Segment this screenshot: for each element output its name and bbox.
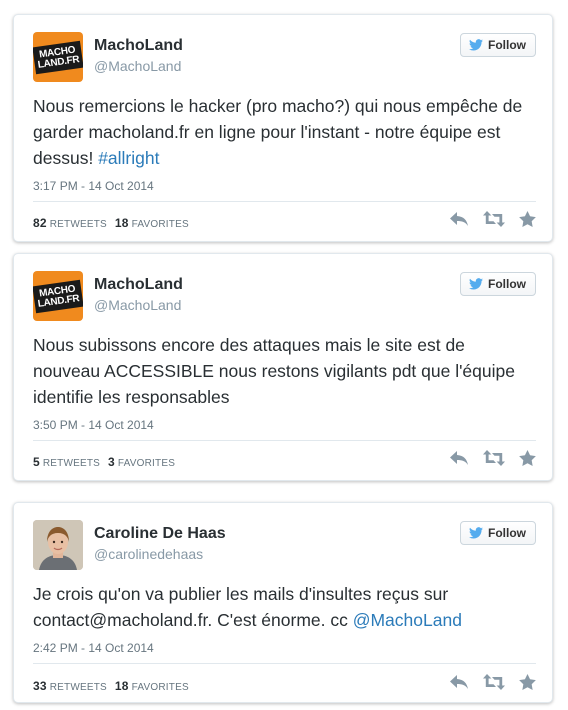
retweet-count[interactable]: 82: [33, 216, 47, 230]
twitter-bird-icon: [469, 278, 483, 290]
user-photo: [33, 520, 83, 570]
retweets-label[interactable]: RETWEETS: [50, 219, 107, 230]
tweet-text: Je crois qu'on va publier les mails d'in…: [33, 584, 462, 630]
favorite-count[interactable]: 18: [115, 679, 129, 693]
follow-button[interactable]: Follow: [460, 521, 536, 545]
author-name[interactable]: MachoLand: [94, 37, 183, 55]
twitter-bird-icon: [469, 39, 483, 51]
follow-label: Follow: [488, 277, 526, 291]
tweet-timestamp[interactable]: 3:50 PM - 14 Oct 2014: [33, 418, 154, 432]
macholand-logo: MACHO LAND.FR: [33, 279, 83, 313]
tweet-stats: 5 RETWEETS 3 FAVORITES: [33, 455, 175, 469]
divider: [33, 440, 536, 441]
follow-button[interactable]: Follow: [460, 272, 536, 296]
tweet-actions: [435, 211, 536, 227]
reply-icon[interactable]: [449, 450, 469, 466]
favorite-count[interactable]: 18: [115, 216, 129, 230]
tweet-text: Nous remercions le hacker (pro macho?) q…: [33, 96, 523, 168]
tweet-actions: [435, 450, 536, 466]
reply-icon[interactable]: [449, 674, 469, 690]
retweet-count[interactable]: 33: [33, 679, 47, 693]
author-handle[interactable]: @carolinedehaas: [94, 546, 203, 562]
twitter-bird-icon: [469, 527, 483, 539]
tweet-timestamp[interactable]: 2:42 PM - 14 Oct 2014: [33, 641, 154, 655]
favorite-count[interactable]: 3: [108, 455, 115, 469]
favorite-icon[interactable]: [519, 211, 536, 227]
tweet-timestamp[interactable]: 3:17 PM - 14 Oct 2014: [33, 179, 154, 193]
favorites-label[interactable]: FAVORITES: [118, 458, 175, 469]
favorite-icon[interactable]: [519, 674, 536, 690]
tweet-text: Nous subissons encore des attaques mais …: [33, 335, 515, 407]
divider: [33, 663, 536, 664]
favorite-icon[interactable]: [519, 450, 536, 466]
macholand-logo: MACHO LAND.FR: [33, 40, 83, 74]
divider: [33, 201, 536, 202]
tweet-stats: 82 RETWEETS 18 FAVORITES: [33, 216, 189, 230]
tweet-stats: 33 RETWEETS 18 FAVORITES: [33, 679, 189, 693]
tweet-card: MACHO LAND.FR MachoLand @MachoLand Follo…: [13, 253, 553, 481]
favorites-label[interactable]: FAVORITES: [132, 219, 189, 230]
author-handle[interactable]: @MachoLand: [94, 58, 181, 74]
retweet-icon[interactable]: [483, 674, 505, 690]
reply-icon[interactable]: [449, 211, 469, 227]
avatar[interactable]: [33, 520, 83, 570]
favorites-label[interactable]: FAVORITES: [132, 682, 189, 693]
retweet-icon[interactable]: [483, 450, 505, 466]
retweets-label[interactable]: RETWEETS: [43, 458, 100, 469]
retweet-count[interactable]: 5: [33, 455, 40, 469]
avatar[interactable]: MACHO LAND.FR: [33, 271, 83, 321]
hashtag-link[interactable]: #allright: [98, 148, 159, 168]
avatar[interactable]: MACHO LAND.FR: [33, 32, 83, 82]
author-handle[interactable]: @MachoLand: [94, 297, 181, 313]
tweet-actions: [435, 674, 536, 690]
retweet-icon[interactable]: [483, 211, 505, 227]
follow-label: Follow: [488, 526, 526, 540]
retweets-label[interactable]: RETWEETS: [50, 682, 107, 693]
author-name[interactable]: Caroline De Haas: [94, 525, 226, 543]
follow-button[interactable]: Follow: [460, 33, 536, 57]
author-name[interactable]: MachoLand: [94, 276, 183, 294]
tweet-card: Caroline De Haas @carolinedehaas Follow …: [13, 502, 553, 703]
follow-label: Follow: [488, 38, 526, 52]
tweet-card: MACHO LAND.FR MachoLand @MachoLand Follo…: [13, 14, 553, 242]
mention-link[interactable]: @MachoLand: [353, 610, 462, 630]
